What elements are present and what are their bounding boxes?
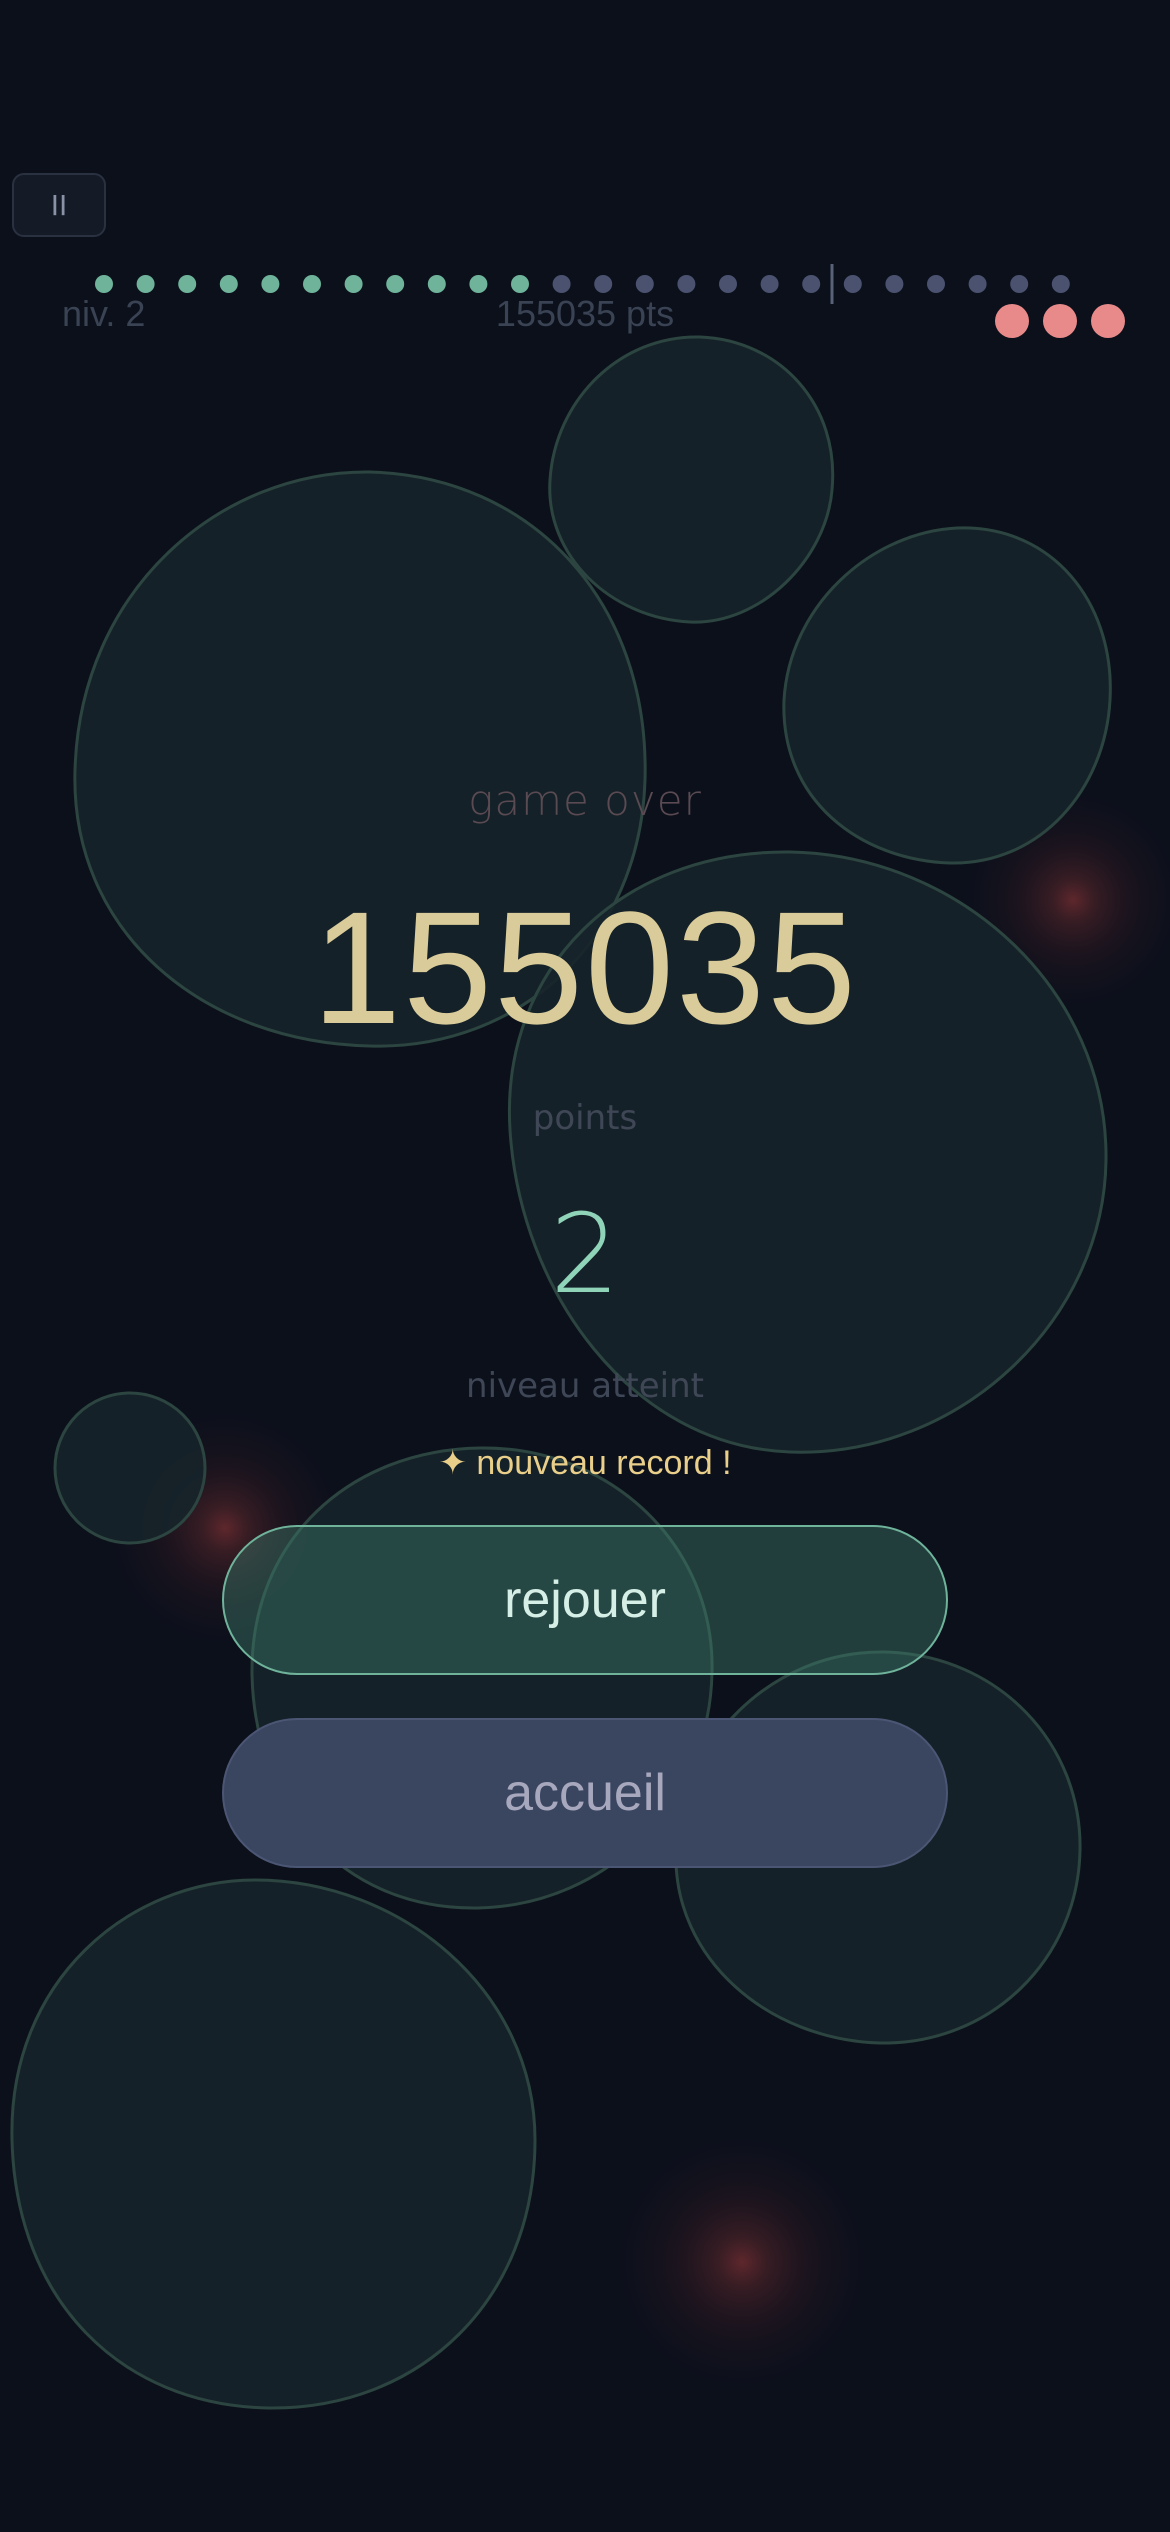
home-button[interactable]: accueil [222, 1718, 948, 1868]
hazard-glow [602, 2122, 882, 2402]
progress-dot-pending [1010, 275, 1029, 293]
progress-dot-complete [261, 275, 280, 293]
progress-dot-pending [843, 275, 862, 293]
progress-dot-complete [136, 275, 155, 293]
progress-dot-complete [427, 275, 446, 293]
life-icon [1091, 304, 1125, 338]
final-score: 155035 [312, 878, 858, 1057]
progress-dot-complete [95, 275, 113, 293]
level-reached-value: 2 [550, 1190, 620, 1318]
progress-dot-pending [552, 275, 571, 293]
level-progress-track [95, 264, 1070, 304]
lives-indicator [995, 304, 1125, 338]
progress-dot-pending [802, 275, 821, 293]
progress-dot-complete [219, 275, 238, 293]
progress-dot-complete [303, 275, 321, 293]
progress-dot-pending [760, 275, 779, 293]
progress-dot-complete [344, 275, 363, 293]
progress-dot-complete [178, 275, 197, 293]
gameover-title: game over [468, 776, 702, 825]
progress-dot-pending [968, 275, 987, 293]
life-icon [995, 304, 1029, 338]
bubble [548, 335, 835, 624]
progress-dot-pending [1051, 275, 1070, 293]
bubble [10, 1878, 537, 2410]
level-reached-label: niveau atteint [466, 1366, 704, 1406]
points-label: points [532, 1098, 638, 1138]
progress-dot-complete [386, 275, 405, 293]
new-record-badge: ✦ nouveau record ! [438, 1444, 732, 1482]
replay-button-label: rejouer [504, 1571, 666, 1629]
progress-dot-complete [511, 275, 529, 293]
progress-dot-pending [927, 275, 945, 293]
progress-dot-pending [594, 275, 613, 293]
progress-dot-pending [719, 275, 737, 293]
home-button-label: accueil [504, 1764, 666, 1822]
progress-dot-complete [469, 275, 488, 293]
replay-button[interactable]: rejouer [222, 1525, 948, 1675]
progress-dot-pending [885, 275, 904, 293]
progress-dot-pending [677, 275, 696, 293]
progress-dot-pending [635, 275, 654, 293]
life-icon [1043, 304, 1077, 338]
